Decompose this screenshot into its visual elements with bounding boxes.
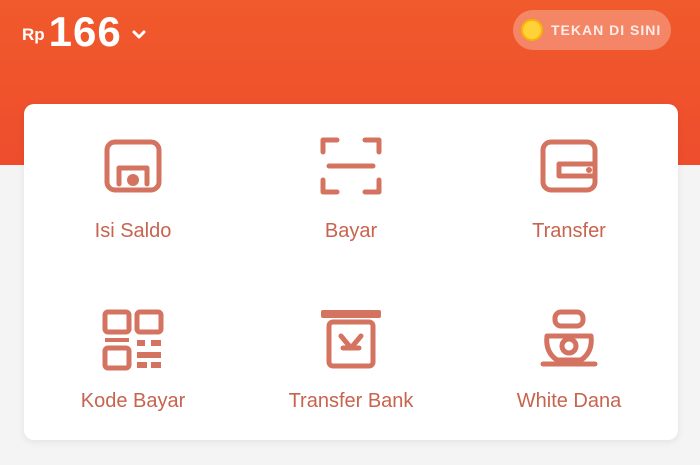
- currency-label: Rp: [22, 25, 45, 44]
- top-up-icon: [104, 139, 162, 193]
- menu-item-isi-saldo[interactable]: Isi Saldo: [24, 104, 242, 272]
- menu-item-label: Isi Saldo: [94, 220, 172, 242]
- qr-code-icon: [102, 309, 164, 371]
- menu-item-label: Bayar: [324, 220, 378, 242]
- menu-item-white-dana[interactable]: White Dana: [460, 272, 678, 440]
- chevron-down-icon: [132, 30, 146, 39]
- menu-item-transfer-bank[interactable]: Transfer Bank: [242, 272, 460, 440]
- menu-card: Isi Saldo Bayar Transfer Kode Bayar Tran…: [24, 104, 678, 440]
- menu-item-label: White Dana: [516, 390, 622, 412]
- menu-item-bayar[interactable]: Bayar: [242, 104, 460, 272]
- balance-toggle[interactable]: Rp 166: [22, 6, 146, 58]
- piggy-bank-icon: [540, 309, 598, 367]
- menu-item-label: Transfer Bank: [288, 390, 414, 412]
- scan-icon: [320, 137, 382, 195]
- promo-pill[interactable]: TEKAN DI SINI: [513, 10, 671, 50]
- promo-label: TEKAN DI SINI: [551, 22, 662, 38]
- balance-amount: 166: [48, 8, 122, 55]
- bank-icon: [321, 310, 381, 369]
- menu-item-kode-bayar[interactable]: Kode Bayar: [24, 272, 242, 440]
- menu-item-transfer[interactable]: Transfer: [460, 104, 678, 272]
- menu-item-label: Kode Bayar: [80, 390, 186, 412]
- menu-item-label: Transfer: [532, 220, 606, 242]
- wallet-icon: [540, 139, 598, 193]
- coin-icon: [521, 19, 543, 41]
